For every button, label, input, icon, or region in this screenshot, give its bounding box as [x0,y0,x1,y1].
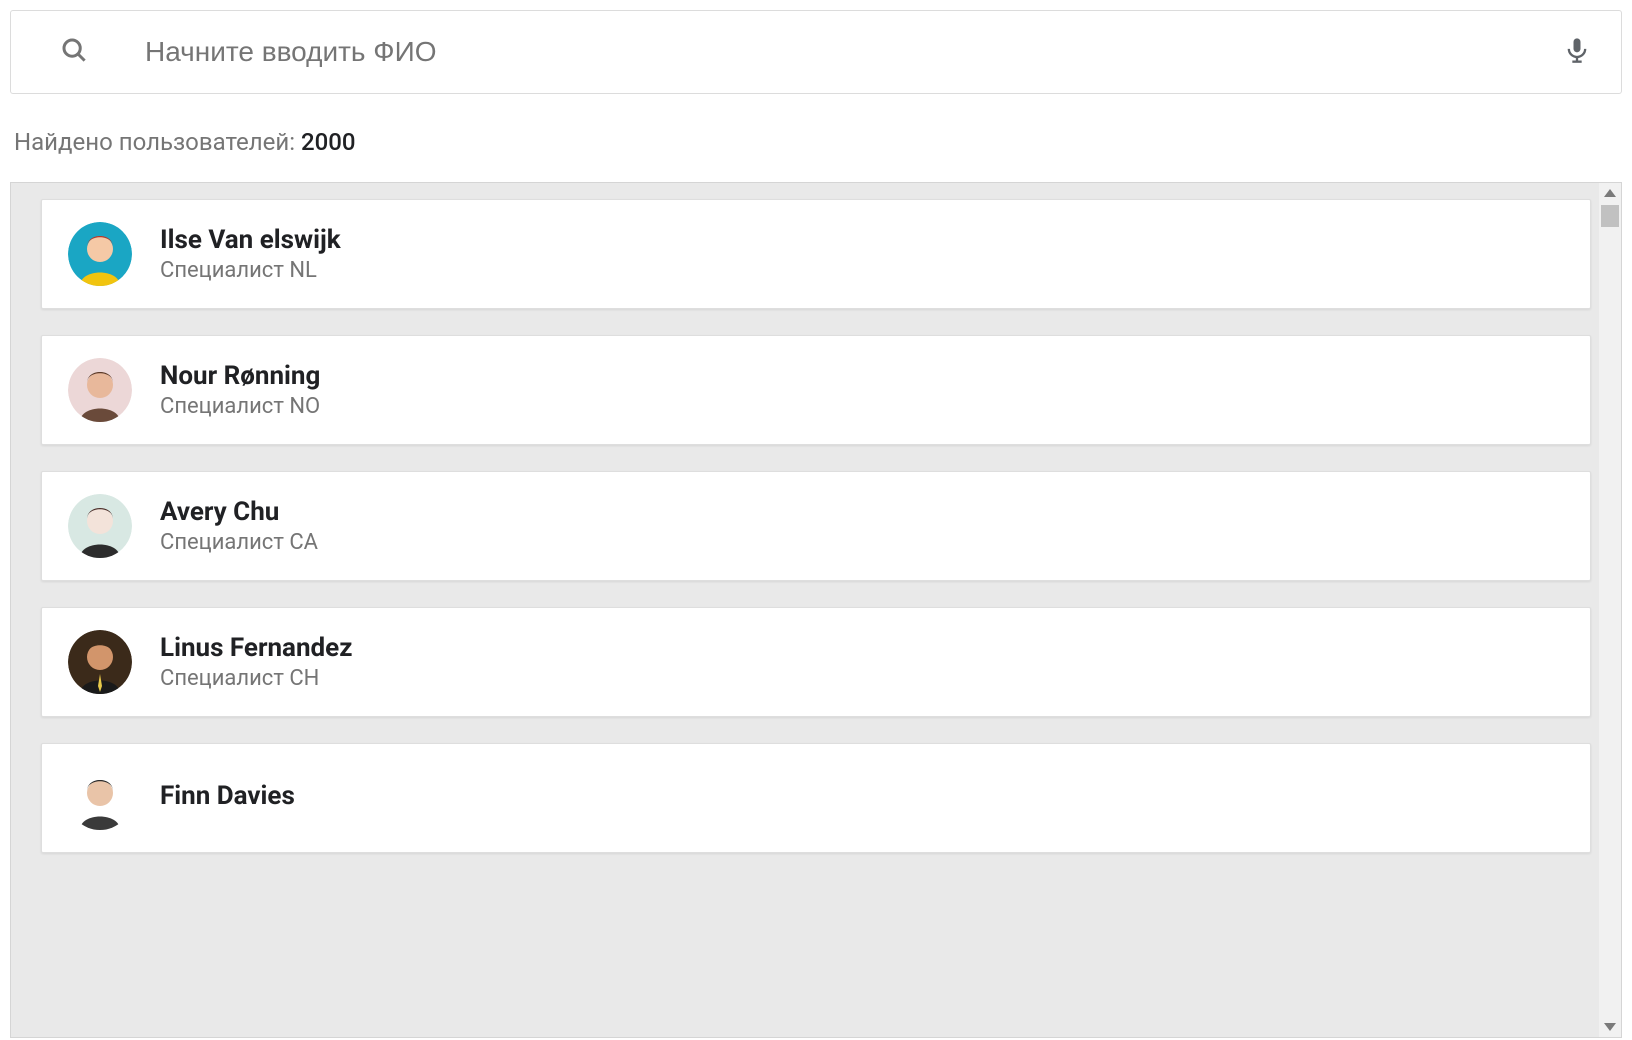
user-card[interactable]: Avery Chu Специалист CA [41,471,1591,581]
user-role: Специалист NL [160,258,341,283]
user-name: Linus Fernandez [160,633,352,664]
search-input[interactable] [145,36,1563,68]
scrollbar-up-arrow[interactable] [1599,183,1621,203]
search-icon [59,35,89,69]
search-bar [10,10,1622,94]
mic-icon[interactable] [1563,33,1591,71]
user-name: Ilse Van elswijk [160,225,341,256]
user-role: Специалист CH [160,666,352,691]
user-card[interactable]: Ilse Van elswijk Специалист NL [41,199,1591,309]
avatar [68,358,132,422]
scrollbar-thumb[interactable] [1601,205,1619,227]
user-card[interactable]: Linus Fernandez Специалист CH [41,607,1591,717]
user-card-text: Nour Rønning Специалист NO [160,361,320,419]
user-card-text: Linus Fernandez Специалист CH [160,633,352,691]
user-name: Avery Chu [160,497,318,528]
avatar [68,766,132,830]
avatar [68,630,132,694]
user-card[interactable]: Nour Rønning Специалист NO [41,335,1591,445]
scrollbar-down-arrow[interactable] [1599,1017,1621,1037]
avatar [68,222,132,286]
user-name: Finn Davies [160,781,295,812]
results-count-label: Найдено пользователей: [14,128,301,156]
results-count-value: 2000 [301,128,356,156]
user-card[interactable]: Finn Davies [41,743,1591,853]
results-panel: Ilse Van elswijk Специалист NL Nour Rønn… [10,182,1622,1038]
user-card-text: Finn Davies [160,781,295,814]
user-role: Специалист CA [160,530,318,555]
results-count: Найдено пользователей: 2000 [14,128,1622,156]
avatar [68,494,132,558]
user-role: Специалист NO [160,394,320,419]
scrollbar-track[interactable] [1599,183,1621,1037]
user-card-text: Ilse Van elswijk Специалист NL [160,225,341,283]
user-name: Nour Rønning [160,361,320,392]
user-card-text: Avery Chu Специалист CA [160,497,318,555]
